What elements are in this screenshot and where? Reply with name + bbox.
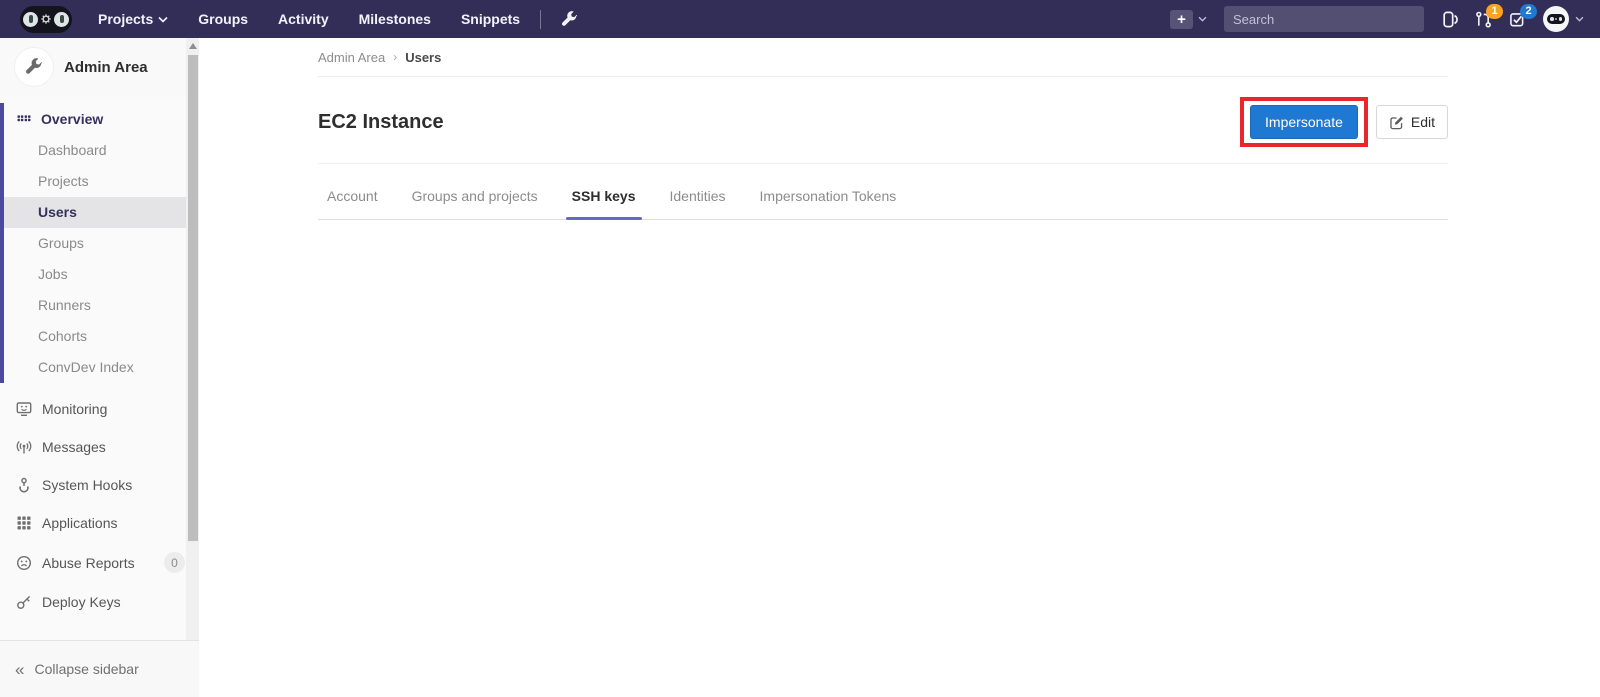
admin-area-wrench-icon[interactable]	[561, 10, 578, 28]
chevron-down-icon	[158, 16, 168, 23]
sidebar-item-projects[interactable]: Projects	[4, 166, 199, 197]
nav-divider	[540, 9, 542, 29]
annotation-red-box: Impersonate	[1240, 97, 1368, 147]
key-icon	[17, 595, 31, 609]
edit-pencil-icon	[1390, 116, 1403, 129]
overview-grid-icon	[17, 114, 31, 121]
edit-button[interactable]: Edit	[1375, 105, 1448, 139]
new-item-dropdown[interactable]: +	[1170, 9, 1207, 29]
collapse-sidebar-button[interactable]: « Collapse sidebar	[0, 640, 199, 697]
sidebar-context-header[interactable]: Admin Area	[0, 38, 199, 96]
sidebar-item-system-hooks-label: System Hooks	[42, 477, 133, 493]
nav-item-milestones[interactable]: Milestones	[359, 11, 431, 27]
edit-button-label: Edit	[1410, 114, 1435, 130]
sidebar-item-messages[interactable]: Messages	[0, 428, 199, 466]
merge-requests-count-badge: 1	[1486, 3, 1503, 19]
nav-item-activity[interactable]: Activity	[278, 11, 329, 27]
sidebar-item-runners[interactable]: Runners	[4, 290, 199, 321]
merge-requests-icon[interactable]: 1	[1475, 3, 1503, 28]
logo-right-eye-icon	[54, 11, 69, 27]
user-avatar	[1543, 6, 1569, 32]
instance-logo[interactable]	[20, 5, 72, 33]
breadcrumb-admin-area-link[interactable]: Admin Area	[318, 50, 385, 65]
issues-icon[interactable]	[1441, 11, 1458, 28]
sidebar-item-jobs[interactable]: Jobs	[4, 259, 199, 290]
impersonate-button[interactable]: Impersonate	[1250, 105, 1358, 139]
sidebar-item-groups[interactable]: Groups	[4, 228, 199, 259]
todos-count-badge: 2	[1520, 3, 1537, 19]
tab-groups-and-projects[interactable]: Groups and projects	[403, 174, 547, 219]
nav-item-projects-label: Projects	[98, 11, 154, 27]
broadcast-icon	[16, 440, 32, 454]
tab-ssh-keys[interactable]: SSH keys	[563, 174, 645, 220]
navbar-right-group: + 1	[1170, 3, 1584, 32]
sidebar-item-overview[interactable]: Overview	[4, 103, 199, 135]
sidebar-item-deploy-keys[interactable]: Deploy Keys	[0, 583, 199, 621]
logo-left-eye-icon	[23, 11, 38, 27]
user-menu[interactable]	[1543, 6, 1584, 32]
sidebar-scrollbar	[186, 38, 199, 640]
chevron-down-icon	[1575, 16, 1584, 22]
scrollbar-thumb[interactable]	[187, 55, 198, 541]
sidebar-item-applications-label: Applications	[42, 515, 118, 531]
plus-icon: +	[1170, 9, 1193, 29]
scrollbar-up-arrow[interactable]	[188, 43, 197, 49]
user-page-header: EC2 Instance Impersonate Edit	[318, 77, 1448, 164]
search-input[interactable]	[1233, 11, 1409, 27]
admin-area-avatar	[14, 47, 54, 87]
tab-impersonation-tokens[interactable]: Impersonation Tokens	[751, 174, 906, 219]
primary-nav-menu: Projects Groups Activity Milestones Snip…	[98, 11, 520, 27]
nav-item-groups[interactable]: Groups	[198, 11, 248, 27]
sidebar-title: Admin Area	[64, 58, 148, 76]
todos-icon[interactable]: 2	[1509, 3, 1537, 28]
collapse-chevrons-icon: «	[15, 659, 25, 679]
collapse-sidebar-label: Collapse sidebar	[34, 661, 139, 677]
breadcrumb-separator: ›	[393, 50, 398, 64]
user-detail-tabs: Account Groups and projects SSH keys Ide…	[318, 174, 1448, 220]
sidebar-item-abuse-reports-label: Abuse Reports	[42, 554, 135, 571]
sidebar-item-deploy-keys-label: Deploy Keys	[42, 594, 121, 610]
chevron-down-icon	[1198, 16, 1207, 22]
main-content: Admin Area › Users EC2 Instance Imperson…	[199, 38, 1600, 697]
page-actions: Impersonate Edit	[1240, 97, 1448, 147]
sidebar-item-dashboard[interactable]: Dashboard	[4, 135, 199, 166]
top-navbar: Projects Groups Activity Milestones Snip…	[0, 0, 1600, 38]
abuse-face-icon	[16, 555, 32, 570]
page-title: EC2 Instance	[318, 110, 444, 133]
sidebar-item-overview-label: Overview	[41, 111, 104, 127]
sidebar-item-cohorts[interactable]: Cohorts	[4, 321, 199, 352]
hook-icon	[19, 477, 29, 493]
sidebar-item-messages-label: Messages	[42, 439, 106, 455]
tab-identities[interactable]: Identities	[661, 174, 735, 219]
sidebar-item-convdev-index[interactable]: ConvDev Index	[4, 352, 199, 383]
logo-gear-icon	[41, 14, 51, 24]
sidebar-item-users[interactable]: Users	[4, 197, 199, 228]
sidebar-item-system-hooks[interactable]: System Hooks	[0, 466, 199, 504]
sidebar-item-monitoring[interactable]: Monitoring	[0, 390, 199, 428]
breadcrumb: Admin Area › Users	[318, 38, 1448, 77]
sidebar-item-monitoring-label: Monitoring	[42, 401, 108, 417]
tab-account[interactable]: Account	[318, 174, 387, 219]
sidebar-item-abuse-reports[interactable]: Abuse Reports 0	[0, 542, 199, 583]
nav-item-projects[interactable]: Projects	[98, 11, 168, 27]
sidebar-section-list: Monitoring Messages System Hooks Applica…	[0, 390, 199, 621]
nav-item-snippets[interactable]: Snippets	[461, 11, 520, 27]
global-search[interactable]	[1224, 6, 1424, 32]
abuse-reports-count-badge: 0	[164, 552, 185, 573]
sidebar-item-applications[interactable]: Applications	[0, 504, 199, 542]
admin-sidebar: Admin Area Overview Dashboard Projects U…	[0, 38, 199, 697]
wrench-icon	[26, 58, 43, 74]
breadcrumb-users-link[interactable]: Users	[405, 50, 441, 65]
applications-grid-icon	[17, 516, 31, 530]
sidebar-section-overview: Overview Dashboard Projects Users Groups…	[0, 103, 199, 383]
monitor-icon	[16, 402, 32, 417]
